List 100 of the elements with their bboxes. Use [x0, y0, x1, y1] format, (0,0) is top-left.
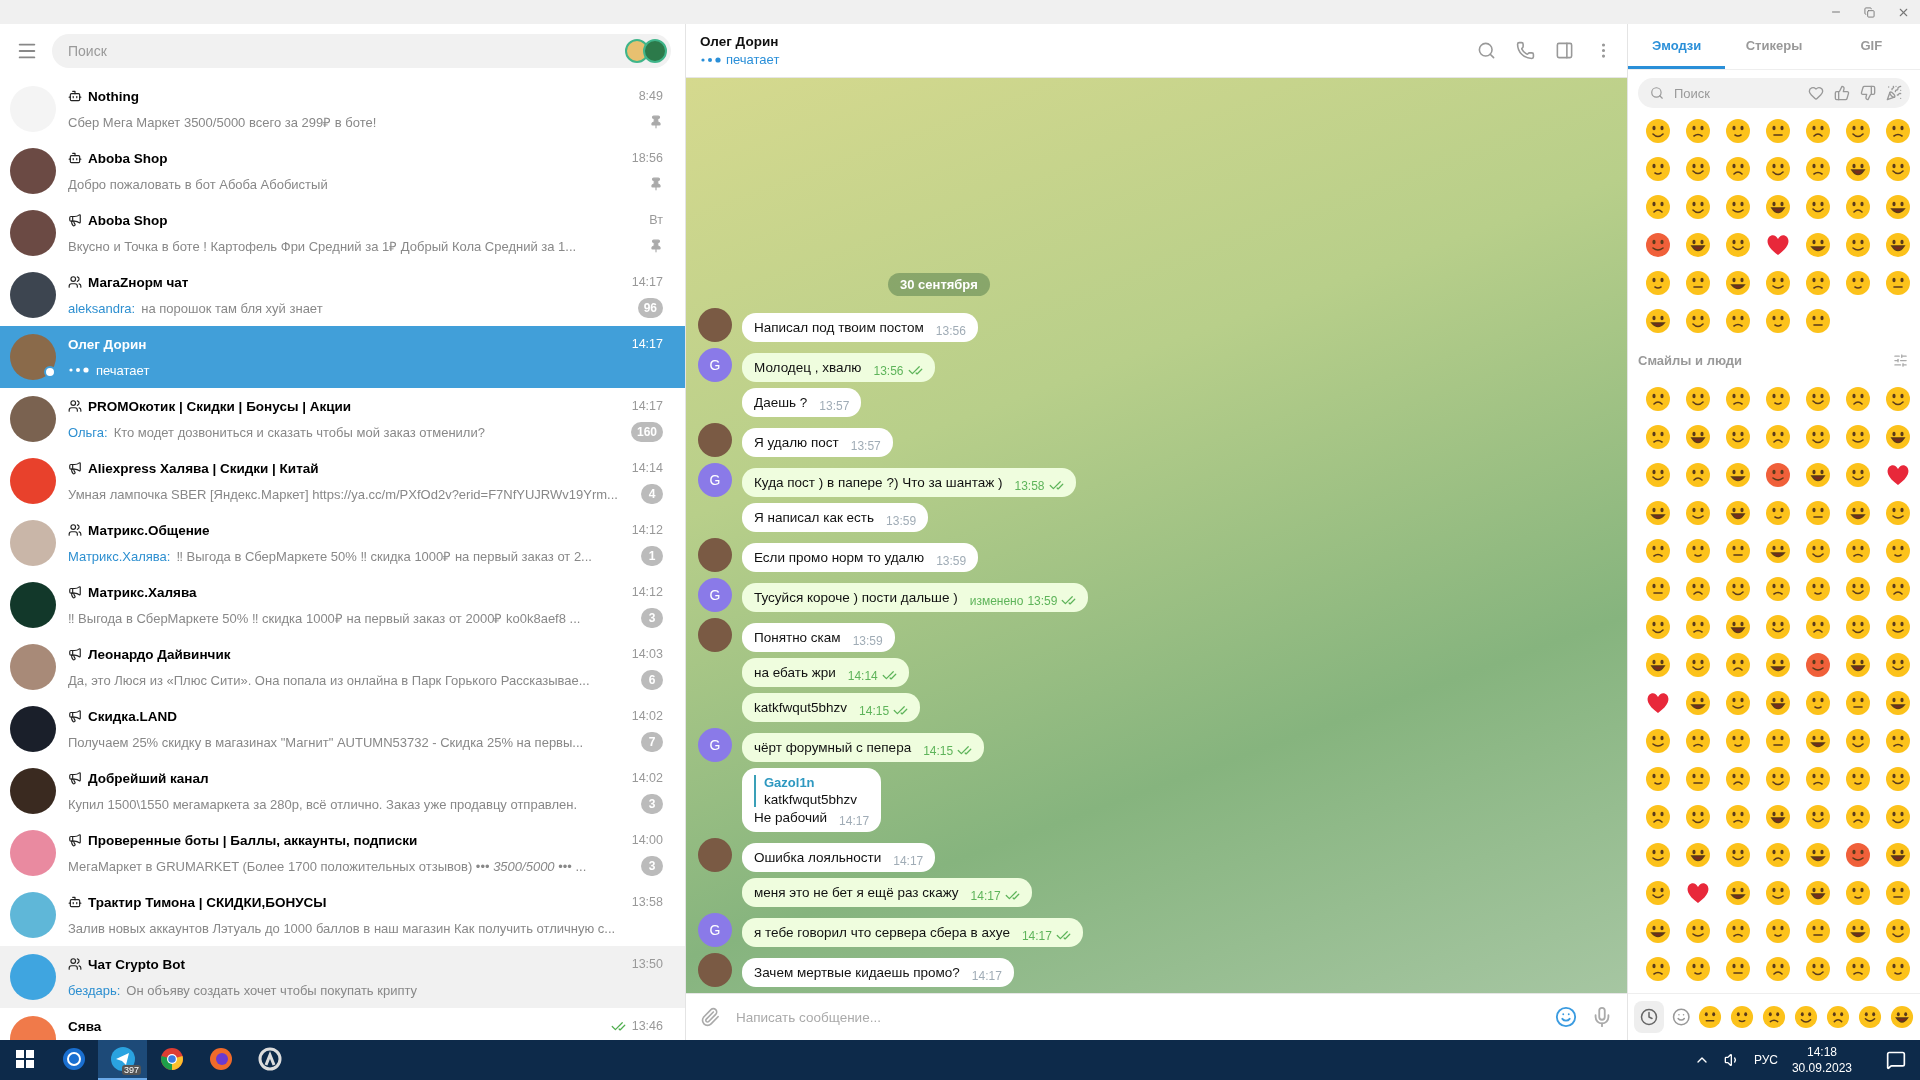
smiley-icon[interactable]: [1645, 232, 1671, 258]
smiley-icon[interactable]: [1725, 386, 1751, 412]
smiley-icon[interactable]: [1885, 118, 1911, 144]
smiley-icon[interactable]: [1685, 386, 1711, 412]
smiley-icon[interactable]: [1885, 424, 1911, 450]
app-icon[interactable]: [257, 1047, 282, 1071]
smiley-icon[interactable]: [1826, 1004, 1850, 1030]
smiley-icon[interactable]: [1805, 690, 1831, 716]
smiley-icon[interactable]: [1765, 576, 1791, 602]
smiley-icon[interactable]: [1645, 386, 1671, 412]
smiley-icon[interactable]: [1698, 1004, 1722, 1030]
smiley-icon[interactable]: [1725, 918, 1751, 944]
smiley-icon[interactable]: [1685, 728, 1711, 754]
smiley-icon[interactable]: [1885, 842, 1911, 868]
smiley-icon[interactable]: [1765, 538, 1791, 564]
heart-icon[interactable]: [1645, 691, 1671, 715]
smiley-icon[interactable]: [1885, 880, 1911, 906]
smiley-icon[interactable]: [1765, 462, 1791, 488]
smiley-icon[interactable]: [1685, 842, 1711, 868]
smiley-icon[interactable]: [1645, 918, 1671, 944]
smiley-icon[interactable]: [1805, 386, 1831, 412]
taskbar-item[interactable]: 397: [98, 1040, 147, 1080]
smiley-icon[interactable]: [1845, 156, 1871, 182]
smiley-icon[interactable]: [1885, 500, 1911, 526]
heart-icon[interactable]: [1765, 233, 1791, 257]
smiley-icon[interactable]: [1805, 500, 1831, 526]
smiley-icon[interactable]: [1725, 500, 1751, 526]
smiley-icon[interactable]: [1645, 270, 1671, 296]
heart-icon[interactable]: [1885, 463, 1911, 487]
smiley-icon[interactable]: [1645, 538, 1671, 564]
smiley-icon[interactable]: [1885, 538, 1911, 564]
smiley-icon[interactable]: [1845, 804, 1871, 830]
windows-icon[interactable]: [15, 1050, 34, 1068]
smiley-icon[interactable]: [1685, 690, 1711, 716]
smiley-icon[interactable]: [1685, 500, 1711, 526]
smiley-icon[interactable]: [1845, 500, 1871, 526]
smiley-icon[interactable]: [1805, 576, 1831, 602]
smiley-icon[interactable]: [1885, 804, 1911, 830]
smiley-icon[interactable]: [1885, 270, 1911, 296]
smiley-icon[interactable]: [1805, 728, 1831, 754]
smiley-icon[interactable]: [1645, 766, 1671, 792]
smiley-icon[interactable]: [1845, 728, 1871, 754]
clock-time[interactable]: 14:18: [1806, 1045, 1837, 1059]
smiley-icon[interactable]: [1885, 690, 1911, 716]
chat-item[interactable]: Чат Crypto Bot 13:50 бездарь: Он объяву создать хочет чтобы покупать крипту: [0, 946, 685, 1008]
smiley-icon[interactable]: [1805, 194, 1831, 220]
smiley-icon[interactable]: [1805, 880, 1831, 906]
smiley-icon[interactable]: [1765, 804, 1791, 830]
smiley-icon[interactable]: [1805, 766, 1831, 792]
smiley-icon[interactable]: [1685, 576, 1711, 602]
smiley-icon[interactable]: [1725, 538, 1751, 564]
smiley-icon[interactable]: [1685, 614, 1711, 640]
smiley-icon[interactable]: [1725, 652, 1751, 678]
smiley-icon[interactable]: [1685, 194, 1711, 220]
smiley-icon[interactable]: [1805, 652, 1831, 678]
firefox-icon[interactable]: [208, 1047, 233, 1071]
smiley-icon[interactable]: [1685, 156, 1711, 182]
smiley-icon[interactable]: [1845, 576, 1871, 602]
smiley-icon[interactable]: [1645, 424, 1671, 450]
smiley-icon[interactable]: [1685, 462, 1711, 488]
smiley-icon[interactable]: [1685, 538, 1711, 564]
smiley-icon[interactable]: [1885, 194, 1911, 220]
app-icon[interactable]: [61, 1047, 86, 1071]
smiley-icon[interactable]: [1725, 118, 1751, 144]
smiley-icon[interactable]: [1805, 232, 1831, 258]
smiley-icon[interactable]: [1725, 576, 1751, 602]
smiley-icon[interactable]: [1725, 462, 1751, 488]
smiley-icon[interactable]: [1885, 576, 1911, 602]
smiley-icon[interactable]: [1685, 918, 1711, 944]
search-icon[interactable]: [1477, 41, 1496, 60]
smiley-icon[interactable]: [1765, 118, 1791, 144]
notification-icon[interactable]: [1886, 1050, 1906, 1070]
smiley-icon[interactable]: [1645, 194, 1671, 220]
chrome-icon[interactable]: [159, 1047, 184, 1071]
smiley-icon[interactable]: [1762, 1004, 1786, 1030]
smiley-icon[interactable]: [1645, 652, 1671, 678]
smiley-icon[interactable]: [1645, 956, 1671, 982]
smiley-icon[interactable]: [1645, 118, 1671, 144]
smiley-icon[interactable]: [1765, 766, 1791, 792]
sidebar-toggle-icon[interactable]: [1555, 41, 1574, 60]
restore-icon[interactable]: [1864, 6, 1875, 18]
smiley-icon[interactable]: [1765, 842, 1791, 868]
smiley-icon[interactable]: [1765, 500, 1791, 526]
smiley-icon[interactable]: [1845, 918, 1871, 944]
language-indicator[interactable]: РУС: [1753, 1053, 1778, 1067]
smiley-icon[interactable]: [1845, 232, 1871, 258]
smiley-icon[interactable]: [1645, 880, 1671, 906]
smiley-icon[interactable]: [1645, 728, 1671, 754]
recent-tab[interactable]: [1634, 1001, 1664, 1033]
smiley-icon[interactable]: [1805, 614, 1831, 640]
smiley-icon[interactable]: [1645, 308, 1671, 334]
smiley-icon[interactable]: [1725, 194, 1751, 220]
smiley-icon[interactable]: [1685, 118, 1711, 144]
smiley-icon[interactable]: [1765, 880, 1791, 906]
smiley-icon[interactable]: [1765, 308, 1791, 334]
smiley-icon[interactable]: [1685, 804, 1711, 830]
smiley-icon[interactable]: [1845, 842, 1871, 868]
smiley-icon[interactable]: [1685, 308, 1711, 334]
smiley-icon[interactable]: [1845, 652, 1871, 678]
phone-icon[interactable]: [1516, 41, 1535, 60]
